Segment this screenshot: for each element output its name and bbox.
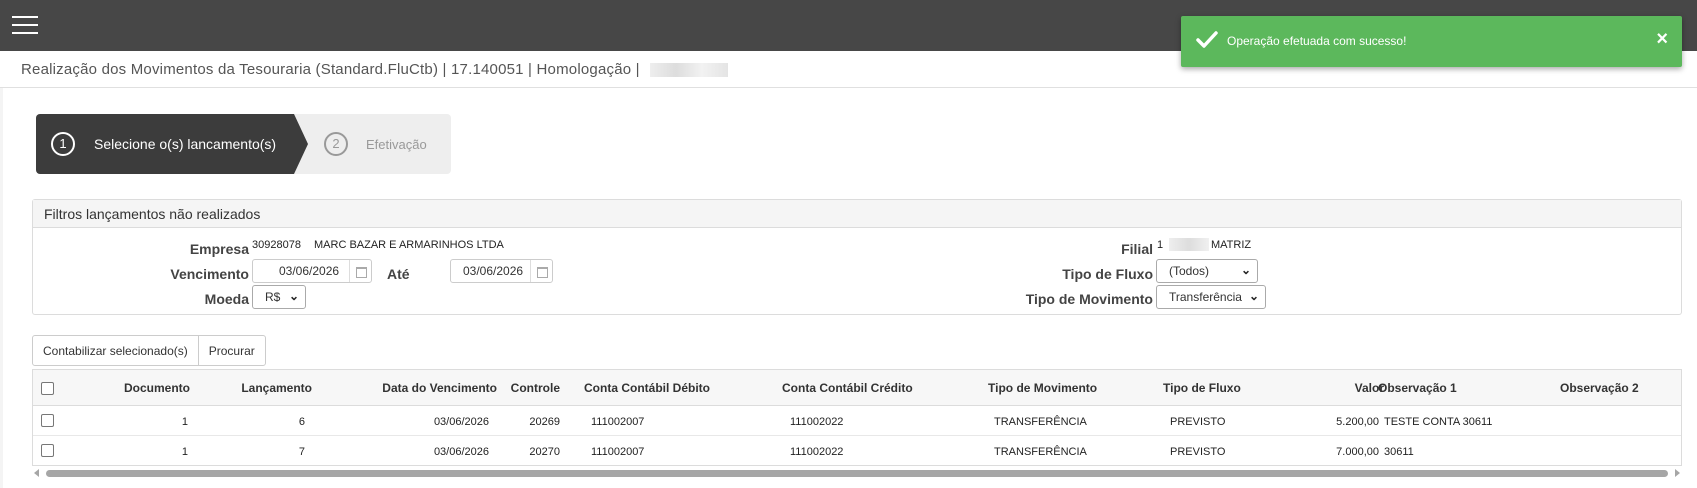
column-header[interactable]: Data do Vencimento [382, 381, 497, 395]
filial-name: MATRIZ [1211, 239, 1252, 251]
cell-tipo-fluxo: PREVISTO [1170, 446, 1226, 458]
left-edge [0, 88, 3, 488]
column-header[interactable]: Tipo de Fluxo [1163, 381, 1241, 395]
empresa-name: MARC BAZAR E ARMARINHOS LTDA [314, 239, 504, 251]
horizontal-scrollbar[interactable] [32, 468, 1682, 478]
cell-conta-debito: 111002007 [591, 416, 645, 428]
action-button-group: Contabilizar selecionado(s) Procurar [32, 335, 266, 366]
chevron-down-icon: ⌄ [288, 289, 299, 303]
wizard-step-2[interactable]: 2 Efetivação [308, 114, 451, 174]
check-icon [1196, 31, 1218, 48]
cell-valor: 7.000,00 [1336, 446, 1379, 458]
empresa-label: Empresa [189, 241, 249, 257]
column-header[interactable]: Tipo de Movimento [988, 381, 1097, 395]
cell-documento: 1 [181, 416, 188, 428]
cell-lancamento: 7 [298, 446, 305, 458]
column-header[interactable]: Conta Contábil Débito [584, 381, 710, 395]
column-header[interactable]: Observação 1 [1378, 381, 1457, 395]
ate-label: Até [387, 266, 410, 282]
cell-tipo-movimento: TRANSFERÊNCIA [994, 416, 1087, 428]
hamburger-menu-icon[interactable] [12, 16, 38, 36]
filters-panel: Filtros lançamentos não realizados Empre… [32, 199, 1682, 315]
table-row[interactable]: 1 7 03/06/2026 20270 111002007 111002022… [33, 436, 1681, 465]
cell-documento: 1 [181, 446, 188, 458]
step-number: 2 [324, 132, 348, 156]
tipo-movimento-selected-value: Transferência [1169, 290, 1242, 304]
step-label: Efetivação [366, 137, 427, 152]
toast-message: Operação efetuada com sucesso! [1227, 34, 1407, 48]
vencimento-date-value: 03/06/2026 [279, 264, 340, 278]
cell-data-vencimento: 03/06/2026 [433, 416, 489, 428]
column-header[interactable]: Observação 2 [1560, 381, 1639, 395]
cell-conta-debito: 111002007 [591, 446, 645, 458]
cell-lancamento: 6 [298, 416, 305, 428]
tipo-movimento-label: Tipo de Movimento [1025, 291, 1153, 307]
moeda-label: Moeda [204, 291, 249, 307]
table-row[interactable]: 1 6 03/06/2026 20269 111002007 111002022… [33, 406, 1681, 436]
moeda-selected-value: R$ [265, 290, 281, 304]
cell-tipo-fluxo: PREVISTO [1170, 416, 1226, 428]
row-checkbox[interactable] [41, 444, 54, 457]
ate-date-value: 03/06/2026 [463, 264, 524, 278]
cell-controle: 20270 [529, 446, 560, 458]
success-toast: Operação efetuada com sucesso! × [1181, 16, 1682, 67]
calendar-icon[interactable] [530, 260, 552, 282]
redacted-filial [1169, 238, 1209, 251]
close-icon[interactable]: × [1656, 29, 1668, 49]
tipo-movimento-select[interactable]: Transferência ⌄ [1156, 285, 1266, 309]
step-arrow [294, 114, 308, 174]
contabilizar-button[interactable]: Contabilizar selecionado(s) [33, 336, 198, 365]
tipo-fluxo-select[interactable]: (Todos) ⌄ [1156, 259, 1258, 283]
scroll-left-icon[interactable] [34, 469, 39, 477]
chevron-down-icon: ⌄ [1248, 289, 1259, 303]
step-label: Selecione o(s) lancamento(s) [94, 136, 277, 152]
ate-date-field[interactable]: 03/06/2026 [450, 259, 553, 283]
calendar-icon[interactable] [349, 260, 371, 282]
table-header: Documento Lançamento Data do Vencimento … [33, 370, 1681, 406]
procurar-button[interactable]: Procurar [197, 336, 265, 365]
tipo-fluxo-label: Tipo de Fluxo [1062, 266, 1153, 282]
moeda-select[interactable]: R$ ⌄ [252, 285, 306, 309]
column-header[interactable]: Controle [511, 381, 560, 395]
vencimento-date-field[interactable]: 03/06/2026 [252, 259, 372, 283]
row-checkbox[interactable] [41, 414, 54, 427]
column-header[interactable]: Conta Contábil Crédito [782, 381, 913, 395]
cell-observacao-1: 30611 [1384, 446, 1414, 458]
page-title: Realização dos Movimentos da Tesouraria … [21, 61, 729, 78]
filial-label: Filial [1121, 241, 1153, 257]
select-all-checkbox[interactable] [41, 382, 54, 395]
chevron-down-icon: ⌄ [1240, 263, 1251, 277]
cell-conta-credito: 111002022 [790, 446, 844, 458]
empresa-code: 30928078 [252, 239, 301, 251]
cell-data-vencimento: 03/06/2026 [433, 446, 489, 458]
scrollbar-thumb[interactable] [46, 470, 1668, 477]
wizard-steps: 1 Selecione o(s) lancamento(s) 2 Efetiva… [36, 114, 451, 174]
cell-tipo-movimento: TRANSFERÊNCIA [994, 446, 1087, 458]
page-title-text: Realização dos Movimentos da Tesouraria … [21, 61, 640, 78]
vencimento-label: Vencimento [170, 266, 249, 282]
scroll-right-icon[interactable] [1675, 469, 1680, 477]
lancamentos-table: Documento Lançamento Data do Vencimento … [32, 369, 1682, 466]
cell-conta-credito: 111002022 [790, 416, 844, 428]
filters-title: Filtros lançamentos não realizados [33, 200, 1681, 228]
redacted-environment-name [650, 63, 729, 78]
filial-code: 1 [1157, 239, 1164, 251]
cell-controle: 20269 [529, 416, 560, 428]
wizard-step-1[interactable]: 1 Selecione o(s) lancamento(s) [36, 114, 294, 174]
column-header[interactable]: Documento [124, 381, 190, 395]
column-header[interactable]: Lançamento [241, 381, 312, 395]
cell-valor: 5.200,00 [1336, 416, 1379, 428]
tipo-fluxo-selected-value: (Todos) [1169, 264, 1210, 278]
step-number: 1 [51, 132, 75, 156]
cell-observacao-1: TESTE CONTA 30611 [1384, 416, 1493, 428]
